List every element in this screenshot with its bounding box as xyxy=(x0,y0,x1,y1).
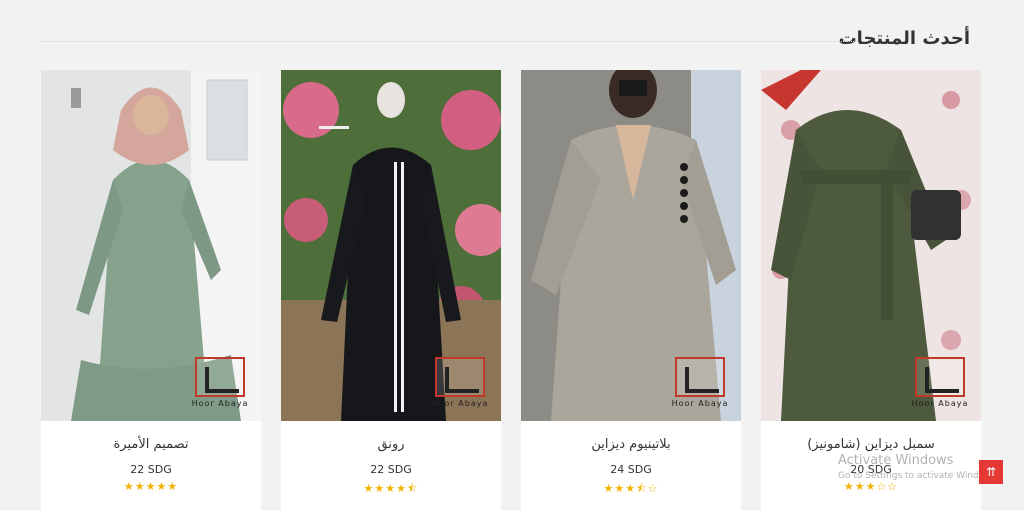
windows-activation-watermark: Activate Windows Go to Settings to activ… xyxy=(838,453,999,481)
star-icon: ⯪ xyxy=(636,482,648,495)
product-image[interactable]: Hoor Abaya xyxy=(41,70,261,421)
star-icon: ★ xyxy=(854,480,866,493)
star-icon: ★ xyxy=(843,480,855,493)
brand-logo: Hoor Abaya xyxy=(185,357,255,417)
product-card[interactable]: Hoor Abaya تصميم الأميرة 22 SDG ★★★★★ xyxy=(41,70,261,510)
double-chevron-up-icon: ⇈ xyxy=(985,465,997,479)
star-icon: ⯪ xyxy=(407,482,419,495)
star-icon: ★ xyxy=(374,482,386,495)
star-icon: ★ xyxy=(145,480,157,493)
star-icon: ★ xyxy=(167,480,179,493)
product-image[interactable]: Hoor Abaya xyxy=(761,70,981,421)
star-icon: ★ xyxy=(156,480,168,493)
product-image[interactable]: Hoor Abaya xyxy=(521,70,741,421)
brand-logo: Hoor Abaya xyxy=(425,357,495,417)
star-icon: ★ xyxy=(385,482,397,495)
star-rating: ★★★★★ xyxy=(41,480,261,494)
star-icon: ★ xyxy=(625,482,637,495)
star-icon: ☆ xyxy=(876,480,888,493)
product-image[interactable]: Hoor Abaya xyxy=(281,70,501,421)
star-icon: ☆ xyxy=(647,482,659,495)
product-price: 22 SDG xyxy=(130,463,172,476)
product-name[interactable]: بلاتينيوم ديزاين xyxy=(521,437,741,457)
back-to-top-button[interactable]: ⇈ xyxy=(979,460,1003,484)
products-grid: Hoor Abaya تصميم الأميرة 22 SDG ★★★★★ Ho… xyxy=(41,70,981,510)
product-card[interactable]: Hoor Abaya سمبل ديزاين (شامونيز) 20 SDG … xyxy=(761,70,981,510)
title-divider xyxy=(41,41,856,42)
star-icon: ★ xyxy=(865,480,877,493)
star-rating: ★★★☆☆ xyxy=(761,480,981,494)
product-price: 22 SDG xyxy=(370,463,412,476)
watermark-subtitle: Go to Settings to activate Windows. xyxy=(838,471,1000,481)
star-icon: ★ xyxy=(396,482,408,495)
section-title: أحدث المنتجات xyxy=(838,28,970,49)
watermark-title: Activate Windows xyxy=(838,453,954,468)
product-card[interactable]: Hoor Abaya بلاتينيوم ديزاين 24 SDG ★★★⯪☆ xyxy=(521,70,741,510)
product-card[interactable]: Hoor Abaya رونق 22 SDG ★★★★⯪ xyxy=(281,70,501,510)
star-icon: ★ xyxy=(123,480,135,493)
star-icon: ★ xyxy=(363,482,375,495)
product-price: 24 SDG xyxy=(610,463,652,476)
star-icon: ★ xyxy=(614,482,626,495)
star-rating: ★★★★⯪ xyxy=(281,480,501,495)
star-icon: ★ xyxy=(134,480,146,493)
star-rating: ★★★⯪☆ xyxy=(521,480,741,495)
star-icon: ★ xyxy=(603,482,615,495)
product-name[interactable]: تصميم الأميرة xyxy=(41,437,261,457)
brand-logo: Hoor Abaya xyxy=(665,357,735,417)
star-icon: ☆ xyxy=(887,480,899,493)
brand-logo: Hoor Abaya xyxy=(905,357,975,417)
product-name[interactable]: رونق xyxy=(281,437,501,457)
